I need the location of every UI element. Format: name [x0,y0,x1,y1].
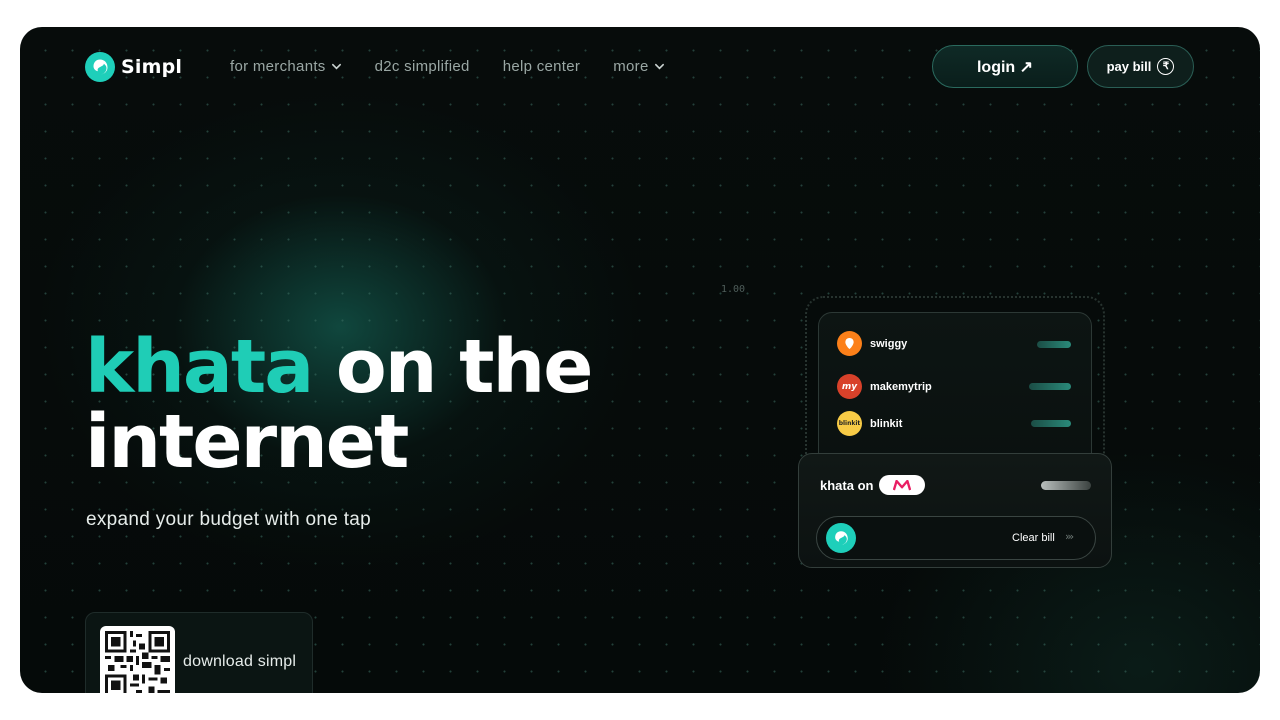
merchant-row-blinkit: blinkit blinkit [837,411,902,436]
myntra-icon [879,475,926,495]
hero-title-line1: on the [312,324,594,410]
chevrons-right-icon: ››› [1065,530,1074,543]
nav-d2c-simplified[interactable]: d2c simplified [375,58,470,75]
login-label: login ↗ [976,58,1034,76]
merchant-bar [1031,420,1071,427]
merchant-name: blinkit [870,417,903,430]
pay-bill-label: pay bill [1106,59,1152,74]
swiggy-icon [837,331,862,356]
simpl-logo-icon [826,523,856,553]
nav-d2c-simplified-label: d2c simplified [374,58,470,75]
qr-code [100,626,175,693]
hero-title: khata on the internet [85,330,593,480]
nav-more[interactable]: more [613,58,664,75]
nav-help-center-label: help center [502,58,581,75]
brand-name: Simpl [121,56,183,78]
axis-label: 1.00 [721,284,746,295]
khata-card: khata on Clear bill ››› [798,453,1112,568]
download-card[interactable]: download simpl [85,612,313,693]
nav-help-center[interactable]: help center [503,58,581,75]
clear-bill-label: Clear bill [1012,532,1055,544]
khata-label: khata on [820,475,926,495]
khata-label-text: khata on [820,477,874,493]
login-button[interactable]: login ↗ [932,45,1078,88]
merchant-row-swiggy: swiggy [837,331,907,356]
chevron-down-icon [654,63,664,70]
nav-for-merchants[interactable]: for merchants [230,58,342,75]
khata-bar [1041,481,1091,490]
merchant-bar [1037,341,1071,348]
main-nav: for merchants d2c simplified help center… [230,58,665,75]
clear-bill-slider[interactable]: Clear bill ››› [816,516,1096,560]
merchant-bar [1029,383,1071,390]
nav-more-label: more [613,58,649,75]
hero-subtitle: expand your budget with one tap [86,509,372,530]
download-label: download simpl [183,653,297,670]
nav-for-merchants-label: for merchants [230,58,326,75]
simpl-logo[interactable]: Simpl [85,52,182,82]
chevron-down-icon [331,63,341,70]
merchant-name: swiggy [870,337,908,350]
pay-bill-button[interactable]: pay bill ₹ [1087,45,1194,88]
hero-title-line2: internet [85,399,409,485]
merchant-row-makemytrip: my makemytrip [837,374,932,399]
rupee-icon: ₹ [1157,58,1175,75]
merchant-name: makemytrip [870,380,932,393]
makemytrip-icon: my [837,374,862,399]
hero-title-accent: khata [85,324,314,410]
simpl-logo-icon [85,52,115,82]
blinkit-icon: blinkit [837,411,862,436]
